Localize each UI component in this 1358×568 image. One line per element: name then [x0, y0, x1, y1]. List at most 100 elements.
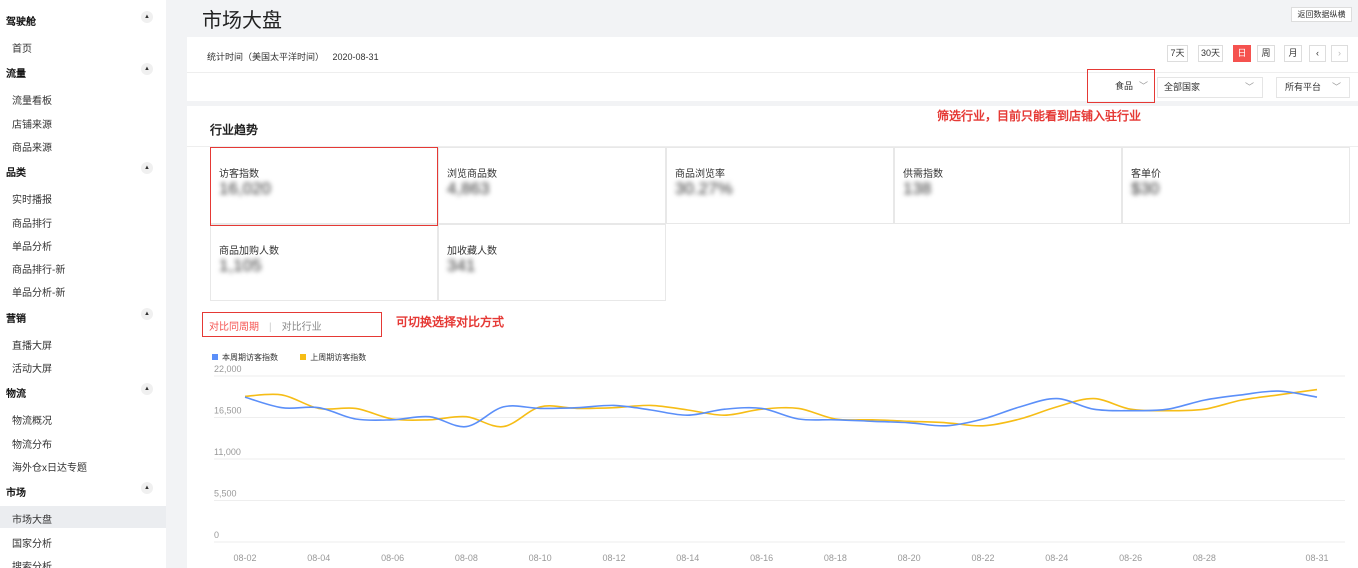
x-tick-label: 08-08 — [455, 553, 478, 563]
chevron-left-icon[interactable]: ‹ — [1309, 45, 1326, 62]
sidebar-item-label: 流量看板 — [12, 96, 52, 108]
sidebar-item[interactable]: 海外仓x日达专题 — [0, 454, 166, 476]
x-tick-label: 08-31 — [1305, 553, 1328, 563]
range-button[interactable]: 日 — [1233, 45, 1251, 62]
chevron-up-icon[interactable]: ▲ — [141, 307, 153, 320]
x-tick-label: 08-16 — [750, 553, 773, 563]
sidebar-item[interactable]: 市场大盘 — [0, 506, 166, 529]
range-button[interactable]: 30天 — [1198, 45, 1223, 62]
sidebar-item-label: 国家分析 — [12, 538, 52, 550]
sidebar-item[interactable]: 流量看板 — [0, 87, 166, 109]
sidebar-item[interactable]: 搜索分析 — [0, 553, 166, 568]
x-tick-label: 08-12 — [602, 553, 625, 563]
page-title: 市场大盘 — [202, 10, 282, 32]
chevron-up-icon[interactable]: ▲ — [141, 11, 153, 23]
y-tick-label: 5,500 — [214, 489, 237, 499]
sidebar-item-label: 直播大屏 — [12, 340, 52, 352]
sidebar-item-label: 搜索分析 — [12, 561, 52, 568]
y-tick-label: 0 — [214, 530, 219, 540]
industry-trend-panel: 行业趋势 访客指数 16,020 浏览商品数 4,863 商品浏览率 30.27% 供需指数… — [187, 106, 1358, 568]
chevron-up-icon[interactable]: ▲ — [141, 162, 153, 175]
x-tick-label: 08-20 — [898, 553, 921, 563]
x-tick-label: 08-04 — [307, 553, 330, 563]
industry-select-value: 食品 — [1115, 81, 1134, 91]
sidebar-item-label: 市场大盘 — [12, 515, 52, 527]
sidebar-item[interactable]: 单品分析-新 — [0, 279, 166, 301]
sidebar-item[interactable]: 物流概况 — [0, 407, 166, 429]
series-line-previous[interactable] — [244, 388, 1318, 428]
sidebar-item-label: 首页 — [12, 44, 32, 55]
filter-panel: 统计时间（美国太平洋时间） 2020-08-31 7天 30天日周月 ‹ › 食品 ﹀… — [187, 37, 1358, 101]
sidebar-item[interactable]: 商品排行 — [0, 210, 166, 232]
chevron-up-icon[interactable]: ▲ — [141, 383, 153, 396]
series-line-current[interactable] — [244, 390, 1318, 428]
x-tick-label: 08-14 — [676, 553, 699, 563]
sidebar-group-0[interactable]: 驾驶舱 ▲ — [0, 8, 166, 32]
sidebar-item[interactable]: 店铺来源 — [0, 111, 166, 133]
sidebar-group-title: 市场 — [6, 488, 26, 500]
chevron-down-icon: ﹀ — [1331, 82, 1341, 92]
chevron-down-icon: ﹀ — [1244, 82, 1254, 92]
sidebar-group-4[interactable]: 物流 ▲ — [0, 380, 166, 404]
sidebar-item-label: 海外仓x日达专题 — [12, 462, 87, 474]
annotation-industry-note: 筛选行业，目前只能看到店铺入驻行业 — [937, 109, 1142, 123]
sidebar-item-label: 店铺来源 — [12, 119, 52, 131]
industry-select[interactable]: 食品 ﹀ — [1109, 77, 1157, 98]
sidebar-nav: 驾驶舱 ▲ 首页流量 ▲ 流量看板店铺来源商品来源品类 ▲ 实时播报商品排行单品分析商品排行… — [0, 0, 166, 568]
chevron-up-icon[interactable]: ▲ — [141, 63, 153, 76]
sidebar-group-5[interactable]: 市场 ▲ — [0, 479, 166, 503]
x-tick-label: 08-24 — [1045, 553, 1068, 563]
sidebar-item-label: 商品来源 — [12, 142, 52, 154]
sidebar-group-title: 流量 — [6, 69, 26, 81]
country-select-value: 全部国家 — [1164, 82, 1201, 92]
x-tick-label: 08-18 — [824, 553, 847, 563]
annotation-compare-note: 可切换选择对比方式 — [396, 315, 505, 329]
sidebar-item[interactable]: 直播大屏 — [0, 332, 166, 354]
y-tick-label: 22,000 — [214, 364, 242, 374]
sidebar-group-2[interactable]: 品类 ▲ — [0, 159, 166, 183]
platform-select-value: 所有平台 — [1285, 82, 1322, 92]
sidebar-group-1[interactable]: 流量 ▲ — [0, 60, 166, 84]
chevron-down-icon: ﹀ — [1138, 81, 1148, 91]
range-button[interactable]: 周 — [1257, 45, 1275, 62]
x-tick-label: 08-22 — [971, 553, 994, 563]
x-tick-label: 08-10 — [529, 553, 552, 563]
sidebar-item[interactable]: 实时播报 — [0, 186, 166, 208]
sidebar-group-title: 品类 — [6, 168, 26, 180]
range-button[interactable]: 月 — [1284, 45, 1302, 62]
chevron-up-icon[interactable]: ▲ — [141, 482, 153, 495]
chevron-right-icon[interactable]: › — [1331, 45, 1348, 62]
sidebar-item[interactable]: 单品分析 — [0, 233, 166, 255]
sidebar-group-title: 物流 — [6, 389, 26, 401]
sidebar-item[interactable]: 商品排行-新 — [0, 256, 166, 278]
sidebar-item[interactable]: 商品来源 — [0, 134, 166, 156]
sidebar-item[interactable]: 活动大屏 — [0, 355, 166, 377]
sidebar-item-label: 活动大屏 — [12, 364, 52, 375]
visitor-index-line-chart: 22,000 16,500 11,000 5,500 0 08-02 08-04 08-06 0… — [214, 364, 1345, 563]
sidebar-item-label: 实时播报 — [12, 195, 52, 207]
sidebar-item-label: 单品分析-新 — [12, 288, 66, 300]
sidebar-item-label: 物流概况 — [12, 416, 52, 428]
sidebar-group-title: 营销 — [6, 313, 26, 325]
x-tick-label: 08-06 — [381, 553, 404, 563]
country-select[interactable]: 全部国家 ﹀ — [1157, 77, 1263, 98]
x-tick-label: 08-02 — [233, 553, 256, 563]
stat-time: 统计时间（美国太平洋时间） 2020-08-31 — [207, 50, 379, 63]
sidebar-item[interactable]: 物流分布 — [0, 431, 166, 453]
x-tick-label: 08-26 — [1119, 553, 1142, 563]
sidebar-item[interactable]: 国家分析 — [0, 530, 166, 552]
sidebar-group-title: 驾驶舱 — [6, 17, 36, 28]
range-button[interactable]: 7天 — [1167, 45, 1188, 62]
sidebar-item-label: 商品排行 — [12, 218, 52, 230]
platform-select[interactable]: 所有平台 ﹀ — [1276, 77, 1350, 98]
sidebar-item-label: 单品分析 — [12, 241, 52, 253]
sidebar-item[interactable]: 首页 — [0, 35, 166, 57]
sidebar-group-3[interactable]: 营销 ▲ — [0, 305, 166, 329]
sidebar-item-label: 商品排行-新 — [12, 265, 66, 277]
back-to-data-button[interactable]: 返回数据纵横 — [1291, 7, 1352, 22]
main-content: 市场大盘 返回数据纵横 统计时间（美国太平洋时间） 2020-08-31 7天 3… — [187, 0, 1358, 568]
y-tick-label: 16,500 — [214, 406, 242, 416]
stat-time-value: 2020-08-31 — [332, 52, 379, 62]
divider — [187, 72, 1358, 73]
sidebar-item-label: 物流分布 — [12, 439, 52, 451]
